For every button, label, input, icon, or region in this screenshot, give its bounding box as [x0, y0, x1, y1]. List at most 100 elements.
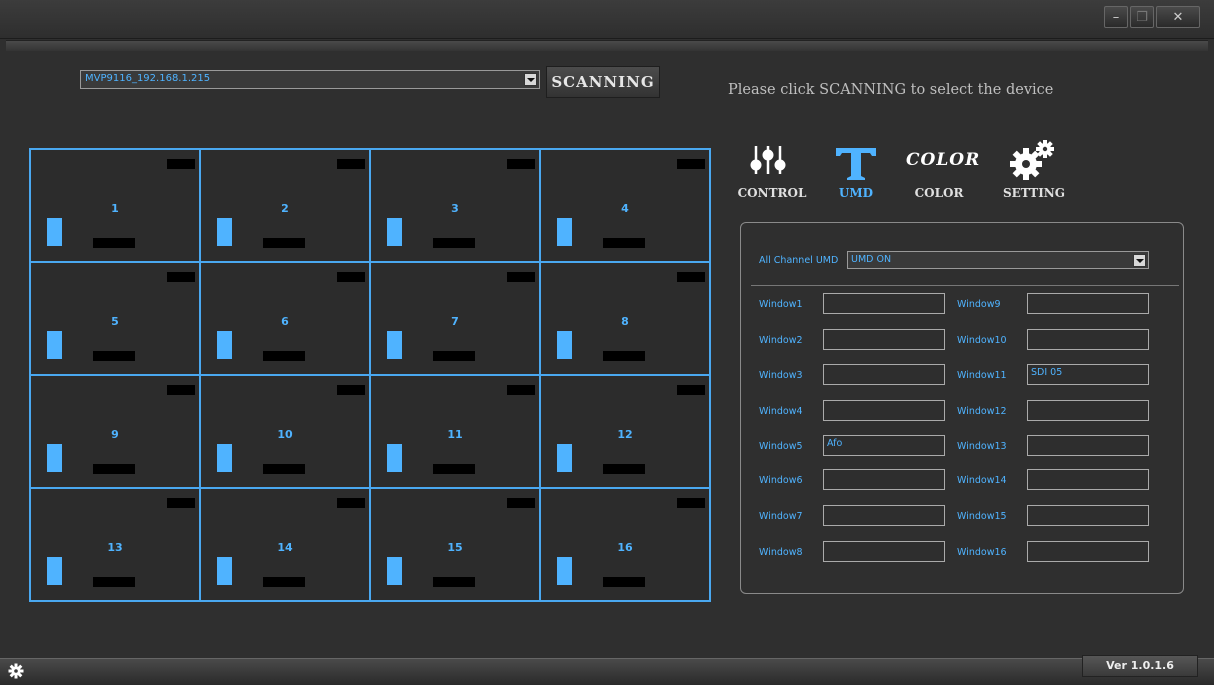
grid-cell[interactable]: 8 — [540, 262, 710, 375]
cell-number: 9 — [111, 428, 119, 441]
close-button[interactable]: ✕ — [1156, 6, 1200, 28]
cell-level-bar — [47, 218, 62, 246]
window-label: Window8 — [759, 547, 803, 558]
window-label: Window14 — [957, 475, 1007, 486]
grid-cell[interactable]: 12 — [540, 375, 710, 488]
grid-cell[interactable]: 1 — [30, 149, 200, 262]
gears-icon — [1010, 140, 1054, 180]
scanning-button[interactable]: SCANNING — [546, 66, 660, 98]
grid-cell[interactable]: 11 — [370, 375, 540, 488]
window-name-input[interactable] — [823, 541, 945, 562]
cell-umd-box — [93, 464, 135, 474]
header-divider — [6, 40, 1208, 51]
window-name-input[interactable]: SDI 05 — [1027, 364, 1149, 385]
window-label: Window10 — [957, 335, 1007, 346]
color-text-icon: COLOR — [906, 150, 981, 170]
window-name-input[interactable]: Afo — [823, 435, 945, 456]
window-name-input[interactable] — [823, 329, 945, 350]
cell-number: 7 — [451, 315, 459, 328]
window-label: Window6 — [759, 475, 803, 486]
window-name-input[interactable] — [823, 400, 945, 421]
window-name-input[interactable] — [1027, 469, 1149, 490]
cell-level-bar — [557, 557, 572, 585]
cell-level-bar — [387, 331, 402, 359]
window-name-input[interactable] — [1027, 435, 1149, 456]
window-label: Window7 — [759, 511, 803, 522]
window-name-input[interactable] — [1027, 329, 1149, 350]
grid-cell[interactable]: 4 — [540, 149, 710, 262]
cell-level-bar — [217, 218, 232, 246]
cell-level-bar — [557, 218, 572, 246]
scan-hint: Please click SCANNING to select the devi… — [728, 82, 1054, 98]
cell-number: 2 — [281, 202, 289, 215]
cell-indicator — [677, 272, 705, 282]
chevron-down-icon[interactable] — [1133, 254, 1146, 267]
cell-number: 4 — [621, 202, 629, 215]
minimize-button[interactable]: – — [1104, 6, 1128, 28]
cell-level-bar — [217, 331, 232, 359]
cell-umd-box — [603, 351, 645, 361]
cell-indicator — [677, 385, 705, 395]
all-channel-umd-select[interactable]: UMD ON — [847, 251, 1149, 269]
cell-number: 6 — [281, 315, 289, 328]
grid-cell[interactable]: 9 — [30, 375, 200, 488]
cell-umd-box — [93, 351, 135, 361]
window-label: Window4 — [759, 406, 803, 417]
panel-divider — [751, 285, 1179, 286]
window-name-input[interactable] — [1027, 541, 1149, 562]
maximize-button[interactable]: ❐ — [1130, 6, 1154, 28]
window-name-input[interactable] — [823, 293, 945, 314]
window-name-input[interactable] — [823, 469, 945, 490]
sliders-icon — [750, 146, 786, 174]
cell-number: 3 — [451, 202, 459, 215]
umd-panel: All Channel UMD UMD ON Window1 Window2 Win… — [740, 222, 1184, 594]
window-name-input[interactable] — [1027, 400, 1149, 421]
window-label: Window12 — [957, 406, 1007, 417]
grid-cell[interactable]: 7 — [370, 262, 540, 375]
device-select[interactable]: MVP9116_192.168.1.215 — [80, 70, 540, 89]
cell-indicator — [167, 498, 195, 508]
window-label: Window1 — [759, 299, 803, 310]
cell-number: 13 — [107, 541, 123, 554]
window-name-input[interactable] — [1027, 293, 1149, 314]
window-label: Window3 — [759, 370, 803, 381]
cell-indicator — [507, 498, 535, 508]
cell-indicator — [167, 272, 195, 282]
cell-number: 11 — [447, 428, 463, 441]
cell-umd-box — [93, 577, 135, 587]
cell-level-bar — [387, 218, 402, 246]
grid-cell[interactable]: 10 — [200, 375, 370, 488]
gear-icon[interactable] — [8, 663, 24, 679]
cell-umd-box — [263, 464, 305, 474]
grid-cell[interactable]: 14 — [200, 488, 370, 601]
mode-tabs: CONTROL UMD COLOR COLOR SETTING — [730, 140, 1070, 204]
cell-umd-box — [263, 577, 305, 587]
grid-cell[interactable]: 2 — [200, 149, 370, 262]
window-label: Window15 — [957, 511, 1007, 522]
cell-umd-box — [433, 464, 475, 474]
version-label: Ver 1.0.1.6 — [1082, 655, 1198, 677]
tab-setting-label: SETTING — [1002, 186, 1066, 200]
cell-level-bar — [47, 444, 62, 472]
grid-cell[interactable]: 5 — [30, 262, 200, 375]
grid-cell[interactable]: 3 — [370, 149, 540, 262]
window-name-input[interactable] — [823, 505, 945, 526]
window-name-input[interactable] — [1027, 505, 1149, 526]
grid-cell[interactable]: 15 — [370, 488, 540, 601]
grid-cell[interactable]: 13 — [30, 488, 200, 601]
cell-indicator — [337, 272, 365, 282]
status-bar — [0, 658, 1214, 685]
chevron-down-icon[interactable] — [524, 73, 537, 86]
window-label: Window5 — [759, 441, 803, 452]
window-name-input[interactable] — [823, 364, 945, 385]
cell-level-bar — [387, 557, 402, 585]
cell-indicator — [677, 498, 705, 508]
cell-umd-box — [603, 238, 645, 248]
window-label: Window13 — [957, 441, 1007, 452]
all-channel-umd-value: UMD ON — [851, 254, 892, 265]
window-label: Window9 — [957, 299, 1001, 310]
grid-cell[interactable]: 16 — [540, 488, 710, 601]
cell-level-bar — [47, 557, 62, 585]
cell-indicator — [507, 272, 535, 282]
grid-cell[interactable]: 6 — [200, 262, 370, 375]
